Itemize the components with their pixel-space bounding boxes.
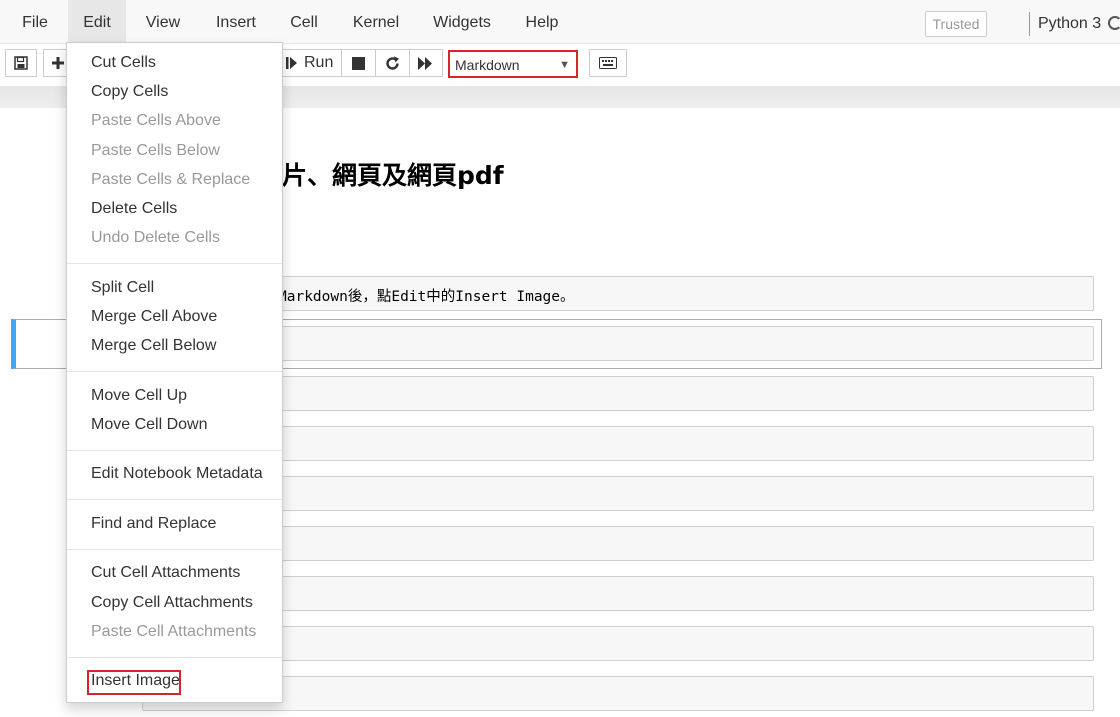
cell-text: Markdown後，點Edit中的Insert Image。 — [278, 289, 575, 305]
menu-item-insert-image[interactable]: Insert Image — [91, 671, 180, 691]
menu-divider — [67, 371, 282, 372]
code-cell[interactable] — [142, 576, 1094, 611]
menu-item-merge-cell-below[interactable]: Merge Cell Below — [91, 336, 216, 356]
save-button[interactable] — [5, 49, 37, 77]
menu-divider — [67, 263, 282, 264]
menu-item-undo-delete-cells[interactable]: Undo Delete Cells — [91, 228, 220, 248]
code-cell[interactable] — [142, 626, 1094, 661]
menu-item-copy-cells[interactable]: Copy Cells — [91, 82, 168, 102]
menubar: File Edit View Insert Cell Kernel Widget… — [0, 0, 1120, 44]
code-cell[interactable] — [142, 526, 1094, 561]
menu-item-merge-cell-above[interactable]: Merge Cell Above — [91, 307, 217, 327]
restart-run-all-button[interactable] — [409, 49, 443, 77]
refresh-icon — [385, 56, 400, 71]
stop-icon — [352, 56, 365, 70]
menu-item-cut-cell-attachments[interactable]: Cut Cell Attachments — [91, 563, 240, 583]
code-cell[interactable] — [142, 376, 1094, 411]
menu-help[interactable]: Help — [516, 0, 568, 43]
code-cell[interactable] — [142, 476, 1094, 511]
menu-item-edit-notebook-metadata[interactable]: Edit Notebook Metadata — [91, 464, 263, 484]
menu-file[interactable]: File — [10, 0, 60, 43]
menu-item-delete-cells[interactable]: Delete Cells — [91, 199, 177, 219]
menu-item-split-cell[interactable]: Split Cell — [91, 278, 154, 298]
save-icon — [14, 56, 28, 70]
menu-item-cut-cells[interactable]: Cut Cells — [91, 53, 156, 73]
kernel-status-icon — [1108, 16, 1120, 30]
code-cell[interactable] — [142, 426, 1094, 461]
kernel-separator — [1029, 12, 1030, 36]
cell-type-select[interactable]: Markdown ▼ — [448, 50, 578, 78]
menu-item-move-cell-up[interactable]: Move Cell Up — [91, 386, 187, 406]
code-cell[interactable] — [142, 326, 1094, 361]
trusted-indicator[interactable]: Trusted — [925, 11, 987, 37]
menu-item-copy-cell-attachments[interactable]: Copy Cell Attachments — [91, 593, 253, 613]
menu-divider — [67, 499, 282, 500]
fast-forward-icon — [418, 56, 434, 70]
menu-insert[interactable]: Insert — [206, 0, 266, 43]
menu-cell[interactable]: Cell — [281, 0, 327, 43]
menu-divider — [67, 450, 282, 451]
menu-item-move-cell-down[interactable]: Move Cell Down — [91, 415, 207, 435]
chevron-down-icon: ▼ — [559, 59, 570, 71]
run-button[interactable]: Run — [279, 49, 342, 77]
keyboard-icon — [599, 57, 617, 69]
restart-kernel-button[interactable] — [375, 49, 410, 77]
menu-item-paste-cells-replace[interactable]: Paste Cells & Replace — [91, 170, 250, 190]
interrupt-kernel-button[interactable] — [341, 49, 376, 77]
menu-item-paste-cells-below[interactable]: Paste Cells Below — [91, 141, 220, 161]
menu-kernel[interactable]: Kernel — [344, 0, 408, 43]
edit-menu-dropdown: Cut Cells Copy Cells Paste Cells Above P… — [66, 42, 283, 703]
plus-icon — [51, 56, 65, 70]
step-forward-icon — [286, 56, 298, 70]
menu-item-paste-cells-above[interactable]: Paste Cells Above — [91, 111, 221, 131]
code-cell[interactable] — [142, 676, 1094, 711]
cell-type-value: Markdown — [455, 57, 520, 73]
kernel-name[interactable]: Python 3 — [1038, 12, 1101, 36]
notebook-heading: 片、網頁及網頁pdf — [282, 161, 504, 190]
menu-view[interactable]: View — [137, 0, 189, 43]
menu-item-find-and-replace[interactable]: Find and Replace — [91, 514, 216, 534]
menu-divider — [67, 657, 282, 658]
run-label: Run — [304, 54, 334, 71]
menu-divider — [67, 549, 282, 550]
command-palette-button[interactable] — [589, 49, 627, 77]
code-cell[interactable]: Markdown後，點Edit中的Insert Image。 — [142, 276, 1094, 311]
menu-item-paste-cell-attachments[interactable]: Paste Cell Attachments — [91, 622, 256, 642]
menu-widgets[interactable]: Widgets — [425, 0, 499, 43]
menu-edit[interactable]: Edit — [68, 0, 126, 43]
